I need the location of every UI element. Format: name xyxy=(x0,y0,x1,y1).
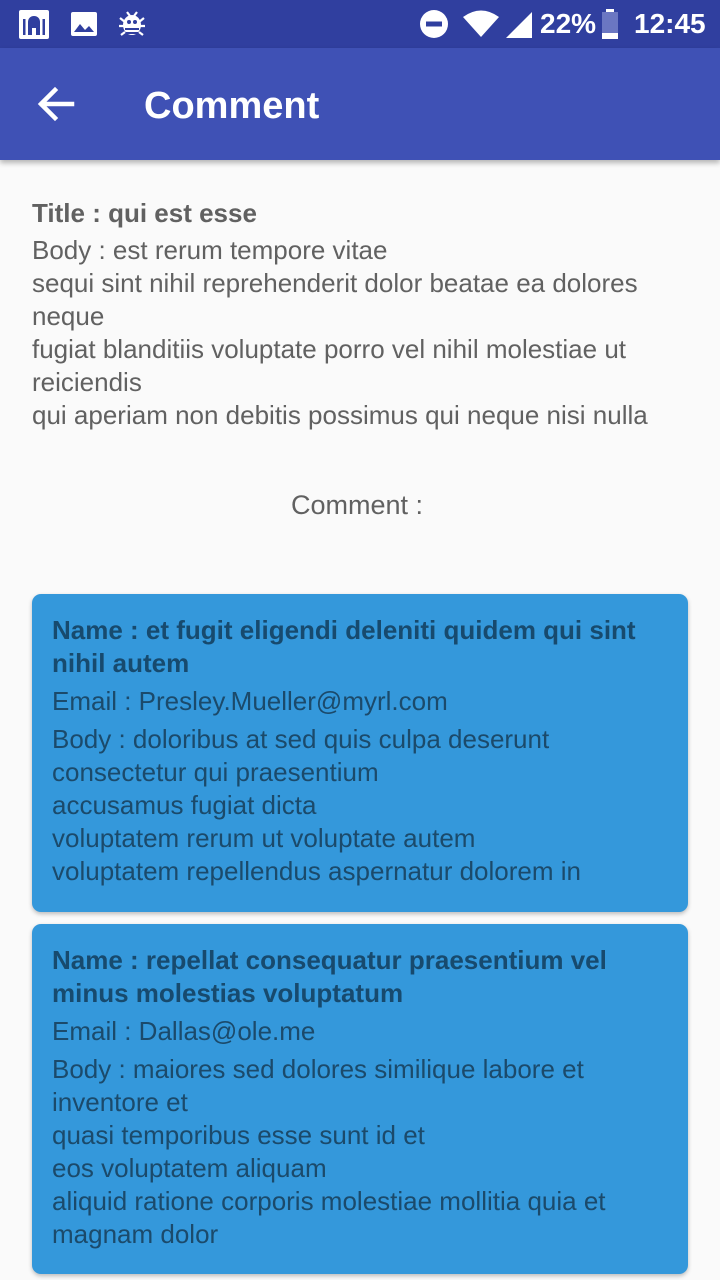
back-button[interactable] xyxy=(22,70,90,138)
comment-email: Email : Presley.Mueller@myrl.com xyxy=(52,686,448,716)
arrow-back-icon xyxy=(37,86,75,122)
battery-icon xyxy=(602,9,618,39)
page-title: Comment xyxy=(144,85,320,127)
comment-card[interactable]: Name : repellat consequatur praesentium … xyxy=(32,924,688,1274)
comment-name: Name : repellat consequatur praesentium … xyxy=(52,945,607,1008)
clock: 12:45 xyxy=(634,8,706,39)
battery-percent: 22% xyxy=(540,8,597,39)
comment-body: Body : doloribus at sed quis culpa deser… xyxy=(52,724,581,886)
image-icon xyxy=(71,12,97,36)
comment-card[interactable]: Name : et fugit eligendi deleniti quidem… xyxy=(32,594,688,912)
mosque-icon xyxy=(19,10,49,39)
wifi-icon xyxy=(463,10,499,37)
app-bar: Comment xyxy=(0,48,720,160)
post-title: Title : qui est esse xyxy=(32,198,257,228)
status-bar: 22% 12:45 xyxy=(0,0,720,48)
bug-icon xyxy=(119,11,145,36)
comment-email: Email : Dallas@ole.me xyxy=(52,1016,316,1046)
comment-section-label: Comment : xyxy=(290,490,424,520)
comment-body: Body : maiores sed dolores similique lab… xyxy=(52,1054,606,1249)
signal-icon xyxy=(506,12,532,38)
comment-name: Name : et fugit eligendi deleniti quidem… xyxy=(52,615,636,678)
do-not-disturb-icon xyxy=(420,10,448,38)
post: Title : qui est esse Body : est rerum te… xyxy=(32,196,692,432)
post-body: Body : est rerum tempore vitae sequi sin… xyxy=(32,235,648,430)
